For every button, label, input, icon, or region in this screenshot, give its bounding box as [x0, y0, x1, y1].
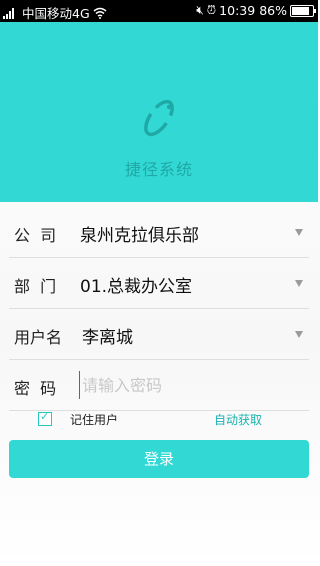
carrier-label: 中国移动4G: [22, 6, 90, 21]
password-row: 密 码: [9, 360, 309, 411]
battery-icon: [290, 4, 316, 17]
dropdown-arrow-icon[interactable]: [295, 229, 303, 236]
dropdown-arrow-icon[interactable]: [295, 331, 303, 338]
remember-user-checkbox[interactable]: ✓: [38, 410, 52, 426]
checkmark-icon: ✓: [40, 410, 50, 423]
username-row[interactable]: 用户名 李离城: [9, 309, 309, 360]
company-value: 泉州克拉俱乐部: [80, 226, 199, 246]
app-title: 捷径系统: [124, 160, 193, 179]
department-value: 01.总裁办公室: [80, 277, 193, 297]
department-row[interactable]: 部 门 01.总裁办公室: [9, 258, 309, 309]
mute-icon: 🔇︎: [196, 3, 204, 17]
time-label: 10:39: [219, 3, 256, 18]
auto-fetch-link[interactable]: 自动获取: [214, 411, 262, 428]
company-row[interactable]: 公 司 泉州克拉俱乐部: [9, 207, 309, 258]
status-bar: 中国移动4G 🔇︎ ⏰︎ 10:39 86%: [0, 0, 318, 22]
department-label: 部 门: [14, 277, 57, 296]
username-label: 用户名: [14, 328, 63, 347]
signal-icon: [3, 7, 17, 19]
password-label: 密 码: [14, 379, 57, 398]
remember-user-label[interactable]: 记住用户: [70, 411, 118, 428]
company-label: 公 司: [14, 226, 57, 245]
login-button[interactable]: 登录: [9, 440, 309, 478]
username-value: 李离城: [82, 328, 133, 348]
wifi-icon: [93, 7, 107, 19]
app-logo-icon: [144, 99, 174, 137]
dropdown-arrow-icon[interactable]: [295, 280, 303, 287]
alarm-icon: ⏰︎: [206, 3, 217, 17]
battery-label: 86%: [259, 3, 287, 18]
password-input[interactable]: [79, 371, 282, 399]
header-banner: 捷径系统: [0, 22, 318, 202]
